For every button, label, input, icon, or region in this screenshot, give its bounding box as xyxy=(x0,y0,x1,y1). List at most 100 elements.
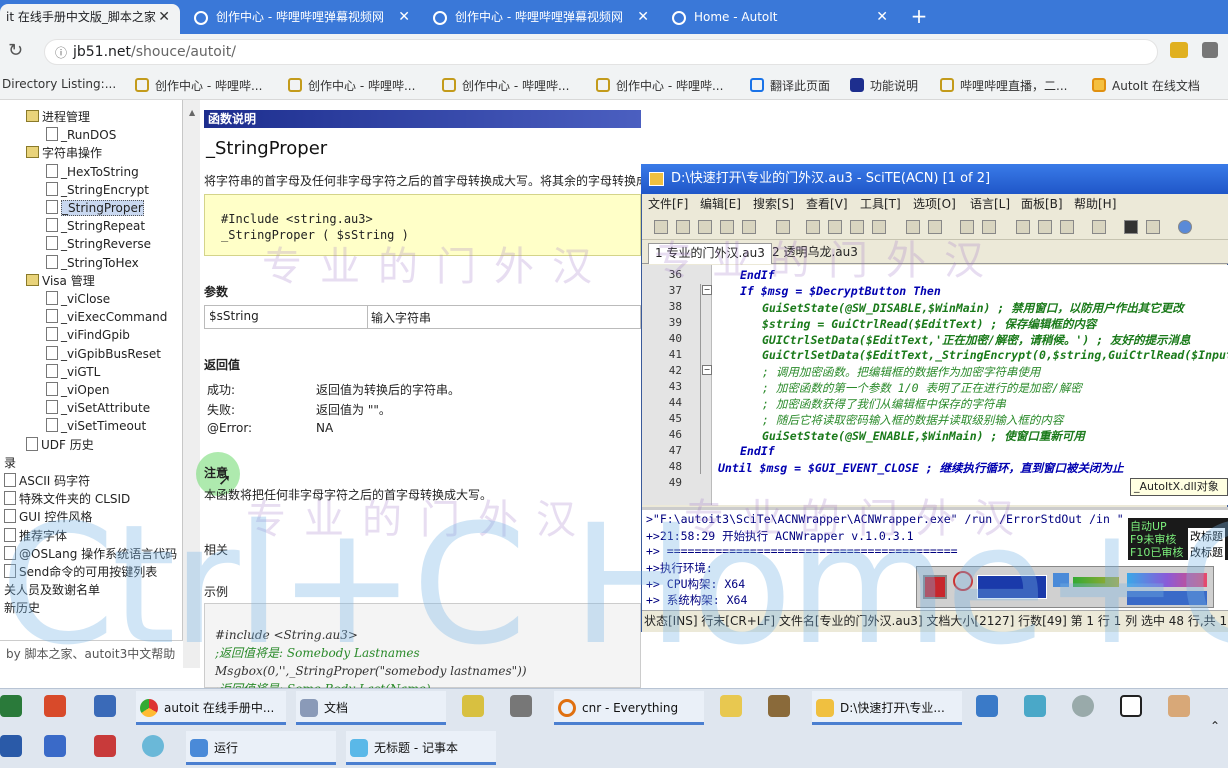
fold-toggle-icon[interactable]: − xyxy=(702,285,712,295)
menu-search[interactable]: 搜索[S] xyxy=(753,194,794,214)
tools-icon[interactable] xyxy=(1060,220,1074,234)
app-icon[interactable] xyxy=(1072,695,1094,717)
tree-item[interactable]: _HexToString xyxy=(46,163,139,181)
rename-button[interactable]: 改标题 xyxy=(1188,544,1225,560)
menu-tools[interactable]: 工具[T] xyxy=(860,194,901,214)
app-icon[interactable] xyxy=(1168,695,1190,717)
task-run[interactable]: 运行 xyxy=(186,731,336,765)
tree-item[interactable]: _viClose xyxy=(46,290,110,308)
app-icon[interactable] xyxy=(0,695,22,717)
bookmark-item[interactable]: AutoIt 在线文档 xyxy=(1092,77,1200,94)
task-notepad[interactable]: 无标题 - 记事本 xyxy=(346,731,496,765)
tree-item[interactable]: _viFindGpib xyxy=(46,326,130,344)
tree-item[interactable]: _StringToHex xyxy=(46,254,139,272)
app-icon[interactable] xyxy=(94,695,116,717)
tree-item[interactable]: 录 xyxy=(4,454,16,472)
bookmark-item[interactable]: 创作中心 - 哔哩哔... xyxy=(442,77,569,94)
url-input[interactable]: ⓘ jb51.net /shouce/autoit/ xyxy=(44,39,1158,65)
app-icon[interactable] xyxy=(44,735,66,757)
tree-item[interactable]: @OSLang 操作系统语言代码 xyxy=(4,545,177,563)
scite-title-bar[interactable]: D:\快速打开\专业的门外汉.au3 - SciTE(ACN) [1 of 2] xyxy=(641,164,1228,194)
tree-item[interactable]: UDF 历史 xyxy=(26,436,94,454)
tree-item[interactable]: _viGpibBusReset xyxy=(46,345,161,363)
tree-item[interactable]: GUI 控件风格 xyxy=(4,508,92,526)
tree-item[interactable]: Send命令的可用按键列表 xyxy=(4,563,157,581)
tree-item[interactable]: _RunDOS xyxy=(46,126,116,144)
tree-item[interactable]: 关人员及致谢名单 xyxy=(4,581,100,599)
rename-button[interactable]: 改标题 xyxy=(1188,528,1225,544)
output-toggle-icon[interactable] xyxy=(1124,220,1138,234)
bookmark-item[interactable]: 创作中心 - 哔哩哔... xyxy=(135,77,262,94)
bookmark-item[interactable]: Directory Listing:... xyxy=(0,77,116,91)
bookmark-item[interactable]: 哔哩哔哩直播，二... xyxy=(940,77,1067,94)
new-tab-button[interactable]: + xyxy=(906,4,932,30)
browser-tab-bilibili-1[interactable]: 创作中心 - 哔哩哔哩弹幕视频网 ✕ xyxy=(182,4,420,34)
app-icon[interactable] xyxy=(768,695,790,717)
tree-item[interactable]: _viSetAttribute xyxy=(46,399,150,417)
browser-tab-autoit-home[interactable]: Home - AutoIt ✕ xyxy=(660,4,898,34)
speaker-icon[interactable] xyxy=(1053,573,1069,587)
menu-language[interactable]: 语言[L] xyxy=(970,194,1010,214)
bookmark-item[interactable]: 翻译此页面 xyxy=(750,77,830,94)
tree-item[interactable]: _StringProper xyxy=(46,199,144,217)
tree-item[interactable]: _StringReverse xyxy=(46,235,151,253)
tree-item[interactable]: 进程管理 xyxy=(26,108,90,126)
folder-icon[interactable] xyxy=(720,695,742,717)
bookmark-item[interactable]: 功能说明 xyxy=(850,77,918,94)
fold-toggle-icon[interactable]: − xyxy=(702,365,712,375)
browser-tab-autoit-manual[interactable]: it 在线手册中文版_脚本之家 ✕ xyxy=(0,4,180,34)
menu-file[interactable]: 文件[F] xyxy=(648,194,688,214)
bookmark-item[interactable]: 创作中心 - 哔哩哔... xyxy=(288,77,415,94)
task-documents[interactable]: 文档 xyxy=(296,691,446,725)
page-icon[interactable] xyxy=(1092,220,1106,234)
calendar-icon[interactable] xyxy=(94,735,116,757)
app-icon[interactable] xyxy=(44,695,66,717)
tree-item[interactable]: ASCII 码字符 xyxy=(4,472,90,490)
build-icon[interactable] xyxy=(1038,220,1052,234)
menu-options[interactable]: 选项[O] xyxy=(913,194,956,214)
close-tab-icon[interactable]: ✕ xyxy=(158,4,170,30)
close-tab-icon[interactable]: ✕ xyxy=(637,4,649,30)
browser-tab-bilibili-2[interactable]: 创作中心 - 哔哩哔哩弹幕视频网 ✕ xyxy=(421,4,659,34)
puzzle-icon[interactable] xyxy=(1202,42,1218,58)
app-icon[interactable] xyxy=(1024,695,1046,717)
task-scite[interactable]: D:\快速打开\专业... xyxy=(812,691,962,725)
close-tab-icon[interactable]: ✕ xyxy=(876,4,888,30)
tree-scrollbar[interactable]: ▲ xyxy=(183,100,200,668)
info-icon[interactable]: ⓘ xyxy=(55,44,67,61)
menu-panel[interactable]: 面板[B] xyxy=(1021,194,1063,214)
reload-icon[interactable]: ↻ xyxy=(8,40,23,61)
tree-item[interactable]: 新历史 xyxy=(4,599,40,617)
close-tab-icon[interactable]: ✕ xyxy=(398,4,410,30)
tool-icons[interactable] xyxy=(1127,591,1207,605)
menu-edit[interactable]: 编辑[E] xyxy=(700,194,741,214)
record-icon[interactable] xyxy=(923,575,947,599)
tree-item[interactable]: 推荐字体 xyxy=(4,527,67,545)
app-icon[interactable] xyxy=(0,735,22,757)
extension-icon[interactable] xyxy=(1170,42,1188,58)
tree-item[interactable]: _StringRepeat xyxy=(46,217,145,235)
tree-item[interactable]: 字符串操作 xyxy=(26,144,102,162)
app-icon[interactable] xyxy=(976,695,998,717)
run-icon[interactable] xyxy=(1016,220,1030,234)
menu-view[interactable]: 查看[V] xyxy=(806,194,848,214)
tool-icons[interactable] xyxy=(1127,573,1207,587)
app-icon[interactable] xyxy=(462,695,484,717)
clock-icon[interactable] xyxy=(953,571,973,591)
help-icon[interactable] xyxy=(1178,220,1192,234)
menu-help[interactable]: 帮助[H] xyxy=(1074,194,1116,214)
7zip-icon[interactable] xyxy=(1120,695,1142,717)
chevron-up-icon[interactable]: ⌃ xyxy=(1210,719,1220,733)
app-icon[interactable] xyxy=(510,695,532,717)
tree-item[interactable]: _viSetTimeout xyxy=(46,417,146,435)
bookmark-item[interactable]: 创作中心 - 哔哩哔... xyxy=(596,77,723,94)
tree-item[interactable]: _viExecCommand xyxy=(46,308,167,326)
scroll-up-icon[interactable]: ▲ xyxy=(189,108,195,117)
app-icon[interactable] xyxy=(142,735,164,757)
task-everything[interactable]: cnr - Everything xyxy=(554,691,704,725)
tree-item[interactable]: 特殊文件夹的 CLSID xyxy=(4,490,130,508)
tree-item[interactable]: Visa 管理 xyxy=(26,272,95,290)
tree-item[interactable]: _StringEncrypt xyxy=(46,181,149,199)
tree-item[interactable]: _viGTL xyxy=(46,363,100,381)
fullscreen-icon[interactable] xyxy=(1146,220,1160,234)
